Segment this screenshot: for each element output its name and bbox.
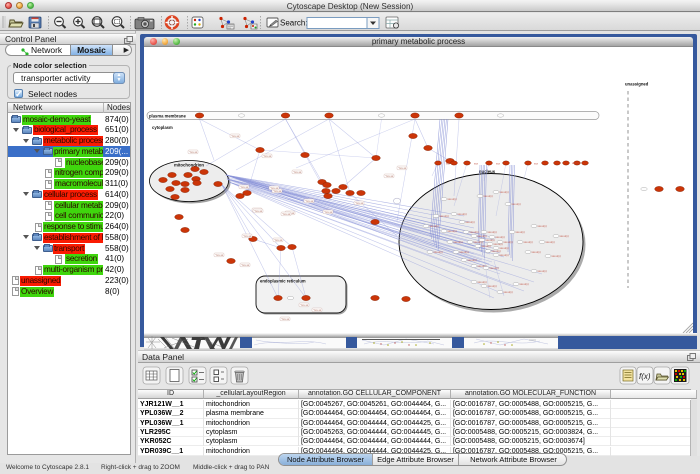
svg-text:Yxx-xx: Yxx-xx	[398, 166, 407, 170]
svg-text:xxx-x(x): xxx-x(x)	[496, 235, 505, 239]
svg-text:Yxx-xx: Yxx-xx	[313, 308, 322, 312]
svg-text:xxx-x(x): xxx-x(x)	[478, 234, 487, 238]
svg-text:xxx(x): xxx(x)	[572, 161, 580, 165]
svg-text:xxx-x(x): xxx-x(x)	[500, 190, 509, 194]
svg-text:xxx-x(x): xxx-x(x)	[448, 229, 457, 233]
svg-text:Yxx-xx: Yxx-xx	[282, 212, 291, 216]
svg-text:xxx-x(x): xxx-x(x)	[552, 254, 561, 258]
svg-text:xxx-x(x): xxx-x(x)	[460, 250, 469, 254]
svg-text:Yxx-xx: Yxx-xx	[324, 210, 333, 214]
svg-text:Yxx-xx: Yxx-xx	[293, 170, 302, 174]
svg-text:Yxx-xx: Yxx-xx	[263, 154, 272, 158]
svg-text:xxx-x(x): xxx-x(x)	[538, 269, 547, 273]
svg-text:xxx-x(x): xxx-x(x)	[546, 240, 555, 244]
svg-text:xxx-x(x): xxx-x(x)	[520, 282, 529, 286]
svg-text:Yxx-xx: Yxx-xx	[215, 253, 224, 257]
svg-text:Yxx-xx: Yxx-xx	[270, 186, 279, 190]
svg-text:xxx: xxx	[496, 163, 501, 166]
svg-text:Yxx-xx: Yxx-xx	[254, 209, 263, 213]
svg-text:Yxx-xx: Yxx-xx	[385, 174, 394, 178]
svg-text:xxx-x(x): xxx-x(x)	[484, 194, 493, 198]
svg-text:xxx-x(x): xxx-x(x)	[512, 202, 521, 206]
svg-text:unassigned: unassigned	[625, 82, 649, 87]
svg-text:xxx-x(x): xxx-x(x)	[466, 220, 475, 224]
svg-text:xxx-x(x): xxx-x(x)	[538, 224, 547, 228]
svg-text:Yxx-xx: Yxx-xx	[305, 199, 314, 203]
svg-text:xxx-x(x): xxx-x(x)	[490, 266, 499, 270]
svg-text:mitochondrion: mitochondrion	[174, 163, 204, 168]
svg-text:endoplasmic reticulum: endoplasmic reticulum	[260, 279, 306, 284]
svg-text:xxx-x(x): xxx-x(x)	[448, 197, 457, 201]
svg-text:xxx: xxx	[534, 163, 539, 166]
svg-text:Yxx-xx: Yxx-xx	[240, 185, 249, 189]
svg-text:xxx-x(x): xxx-x(x)	[478, 280, 487, 284]
svg-text:Yxx-xx: Yxx-xx	[231, 134, 240, 138]
svg-text:xxx-x(x): xxx-x(x)	[504, 290, 513, 294]
svg-text:xxx-x(x): xxx-x(x)	[470, 230, 479, 234]
svg-text:xxx-x(x): xxx-x(x)	[500, 253, 509, 257]
svg-text:cytoplasm: cytoplasm	[152, 125, 173, 130]
svg-text:xxx-x(x): xxx-x(x)	[504, 240, 513, 244]
svg-text:xxx-x(x): xxx-x(x)	[468, 258, 477, 262]
svg-text:xxx-x(x): xxx-x(x)	[440, 214, 449, 218]
svg-text:Yxx-xx: Yxx-xx	[281, 317, 290, 321]
svg-text:Yxx-xx: Yxx-xx	[189, 150, 198, 154]
svg-text:xxx-x(x): xxx-x(x)	[500, 246, 509, 250]
svg-text:xxx: xxx	[474, 163, 479, 166]
svg-text:xxx-x(x): xxx-x(x)	[454, 240, 463, 244]
svg-text:xxx-x(x): xxx-x(x)	[434, 250, 443, 254]
svg-text:xxx-x(x): xxx-x(x)	[524, 240, 533, 244]
svg-text:xxx-x(x): xxx-x(x)	[482, 244, 491, 248]
svg-text:Yxx-xx: Yxx-xx	[274, 238, 283, 242]
svg-text:xxx-x(x): xxx-x(x)	[488, 230, 497, 234]
svg-text:xxx-x(x): xxx-x(x)	[488, 284, 497, 288]
svg-text:f(x): f(x)	[639, 372, 651, 381]
svg-text:xxx-x(x): xxx-x(x)	[430, 224, 439, 228]
svg-text:xxx-x(x): xxx-x(x)	[458, 212, 467, 216]
svg-text:xxx-x(x): xxx-x(x)	[474, 240, 483, 244]
svg-text:Search:: Search:	[280, 19, 308, 28]
svg-text:Yxx-xx: Yxx-xx	[243, 234, 252, 238]
svg-text:xxx-x(x): xxx-x(x)	[516, 230, 525, 234]
svg-text:xxx-x(x): xxx-x(x)	[492, 249, 501, 253]
svg-text:Yxx-xx: Yxx-xx	[241, 263, 250, 267]
svg-text:Yxx-xx: Yxx-xx	[355, 201, 364, 205]
svg-text:xxx-x(x): xxx-x(x)	[560, 234, 569, 238]
svg-text:Yxx-xx: Yxx-xx	[300, 303, 309, 307]
svg-text:plasma membrane: plasma membrane	[149, 114, 186, 119]
svg-text:xxx-x(x): xxx-x(x)	[532, 250, 541, 254]
